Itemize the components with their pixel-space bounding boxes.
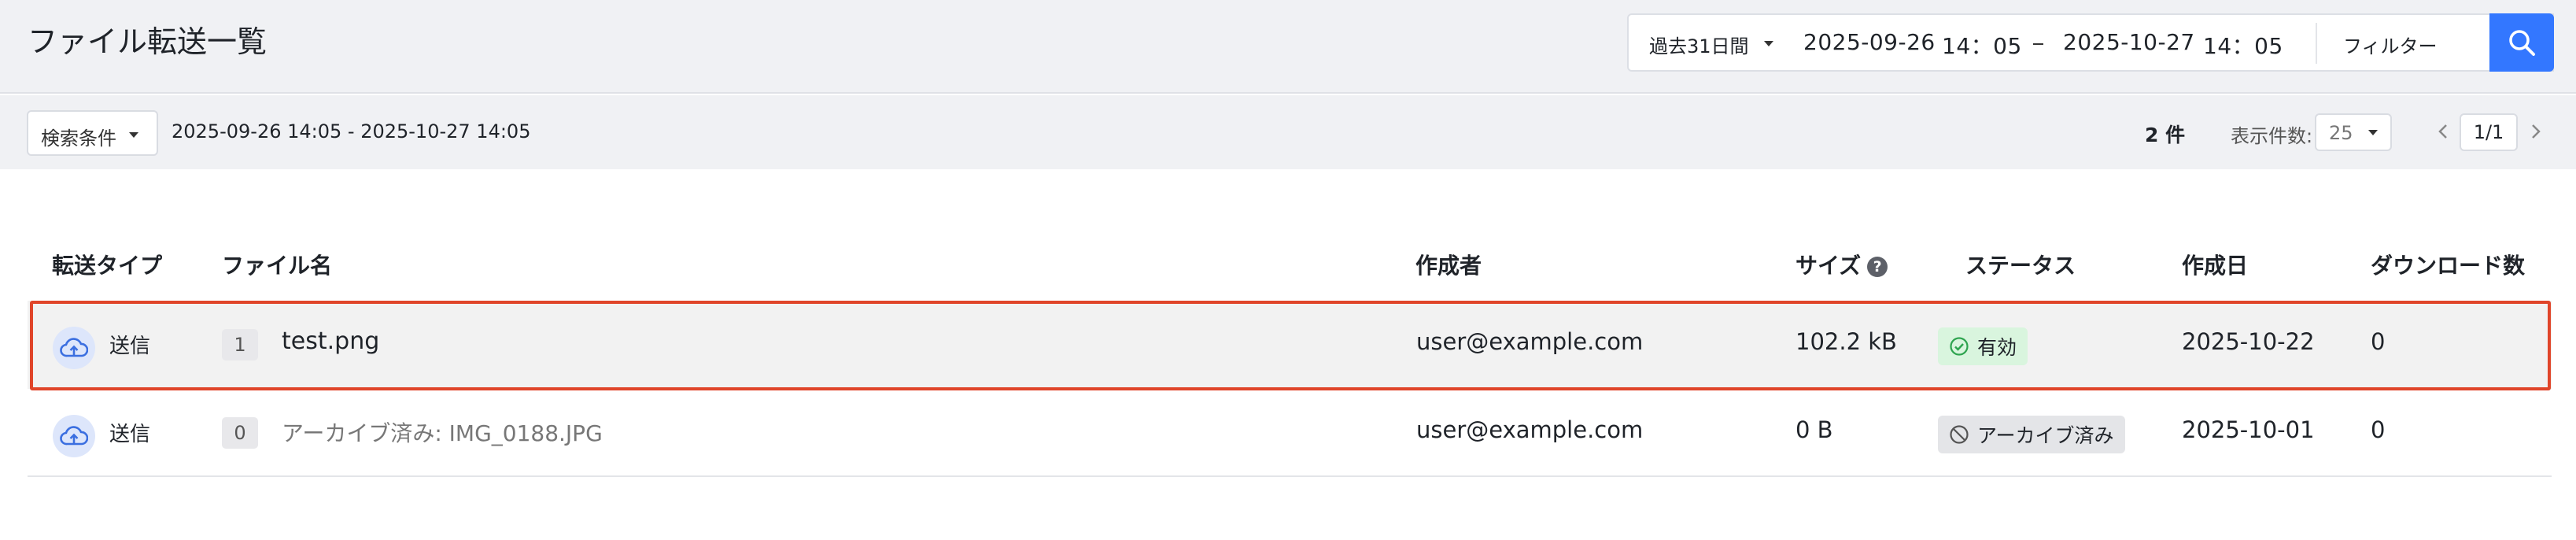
date-range-filter: 過去31日間 2025-09-26 14：05 2025-10-27 14：05… [1627, 13, 2554, 72]
status-badge: アーカイブ済み [1938, 416, 2125, 453]
search-condition-button[interactable]: 検索条件 [27, 110, 158, 156]
creator: user@example.com [1416, 416, 1644, 443]
start-time-input[interactable]: 14：05 [1942, 29, 2022, 61]
version-badge: 1 [222, 329, 258, 361]
table-row[interactable]: 送信 1 test.png user@example.com 102.2 kB … [28, 301, 2552, 389]
column-header-size-label: サイズ [1795, 253, 1862, 279]
start-date-input[interactable]: 2025-09-26 [1803, 29, 1936, 55]
filter-button[interactable]: フィルター [2343, 31, 2438, 58]
table-row[interactable]: 送信 0 アーカイブ済み: IMG_0188.JPG user@example.… [28, 389, 2552, 477]
caret-down-icon [2368, 130, 2378, 135]
cloud-upload-icon [53, 327, 95, 369]
caret-down-icon[interactable] [1764, 41, 1773, 46]
page-title: ファイル転送一覧 [28, 24, 268, 59]
creator: user@example.com [1416, 328, 1644, 355]
search-icon [2509, 30, 2535, 56]
applied-range-text: 2025-09-26 14:05 - 2025-10-27 14:05 [172, 120, 531, 142]
status-badge: 有効 [1938, 327, 2028, 365]
search-button[interactable] [2489, 13, 2554, 72]
page-header: ファイル転送一覧 過去31日間 2025-09-26 14：05 2025-10… [0, 0, 2576, 94]
cloud-upload-icon [53, 415, 95, 457]
per-page-value: 25 [2329, 122, 2353, 144]
check-circle-icon [1950, 337, 1969, 356]
download-count: 0 [2371, 416, 2386, 443]
per-page-label: 表示件数: [2231, 125, 2313, 147]
file-size: 102.2 kB [1795, 328, 1897, 355]
status-label: 有効 [1977, 336, 2017, 359]
page-indicator[interactable]: 1/1 [2460, 113, 2518, 151]
column-header-type[interactable]: 転送タイプ [52, 249, 162, 280]
transfer-type: 送信 [109, 335, 151, 358]
range-dash [2033, 43, 2043, 45]
status-label: アーカイブ済み [1977, 424, 2114, 447]
end-time-input[interactable]: 14：05 [2203, 29, 2283, 61]
file-name[interactable]: test.png [282, 327, 379, 355]
period-label: 過去31日間 [1649, 35, 1749, 57]
end-date-input[interactable]: 2025-10-27 [2063, 29, 2195, 55]
ban-icon [1950, 425, 1969, 444]
divider [2316, 23, 2317, 64]
column-header-filename[interactable]: ファイル名 [222, 249, 332, 280]
period-select[interactable]: 過去31日間 [1649, 31, 1749, 58]
column-header-size[interactable]: サイズ? [1795, 249, 1888, 280]
per-page-select[interactable]: 25 [2315, 113, 2392, 151]
caret-down-icon [129, 132, 138, 138]
chevron-right-icon[interactable] [2524, 116, 2548, 147]
file-name[interactable]: アーカイブ済み: IMG_0188.JPG [282, 416, 603, 448]
created-date: 2025-10-22 [2182, 328, 2315, 355]
column-header-downloads[interactable]: ダウンロード数 [2371, 249, 2525, 280]
transfer-type: 送信 [109, 423, 151, 446]
column-header-creator[interactable]: 作成者 [1415, 249, 1482, 280]
help-icon[interactable]: ? [1867, 257, 1888, 277]
column-header-created[interactable]: 作成日 [2182, 249, 2248, 280]
column-header-status[interactable]: ステータス [1965, 249, 2076, 280]
chevron-left-icon[interactable] [2431, 116, 2455, 147]
created-date: 2025-10-01 [2182, 416, 2315, 443]
result-count: 2 件 [2145, 124, 2186, 146]
results-toolbar: 検索条件 2025-09-26 14:05 - 2025-10-27 14:05… [0, 95, 2576, 169]
file-size: 0 B [1795, 416, 1833, 443]
search-condition-label: 検索条件 [41, 128, 116, 150]
download-count: 0 [2371, 328, 2386, 355]
version-badge: 0 [222, 417, 258, 449]
